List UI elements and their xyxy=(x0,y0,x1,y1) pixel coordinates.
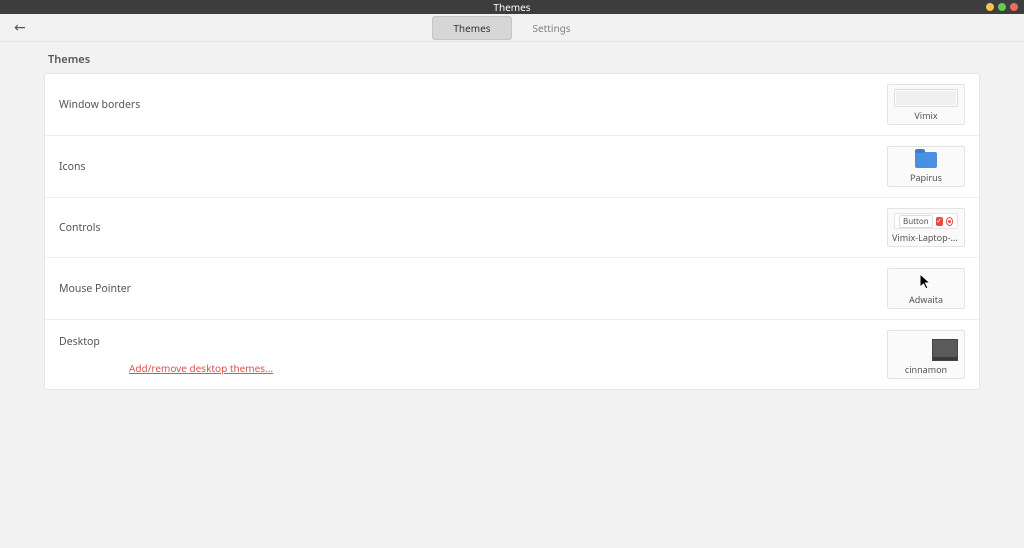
mouse-pointer-value: Adwaita xyxy=(909,293,943,306)
folder-icon xyxy=(915,152,937,168)
desktop-selector[interactable]: cinnamon xyxy=(887,330,965,379)
row-icons: Icons Papirus xyxy=(45,135,979,197)
titlebar: Themes xyxy=(0,0,1024,14)
tab-settings[interactable]: Settings xyxy=(512,16,592,40)
controls-sample-button: Button xyxy=(899,215,933,228)
section-heading: Themes xyxy=(48,52,976,67)
maximize-icon[interactable] xyxy=(998,3,1006,11)
add-remove-themes-link[interactable]: Add/remove desktop themes... xyxy=(129,361,273,375)
tab-themes-label: Themes xyxy=(453,21,490,35)
desktop-preview xyxy=(894,335,958,361)
back-button[interactable]: ← xyxy=(10,14,30,41)
row-mouse-pointer-label: Mouse Pointer xyxy=(59,282,131,296)
desktop-panel-icon xyxy=(932,339,958,361)
row-desktop-label: Desktop xyxy=(59,335,273,349)
back-arrow-icon: ← xyxy=(14,18,26,37)
controls-selector[interactable]: Button ✓ Vimix-Laptop-Ruby xyxy=(887,208,965,247)
window-borders-preview-icon xyxy=(894,89,958,107)
window-borders-selector[interactable]: Vimix xyxy=(887,84,965,125)
tab-settings-label: Settings xyxy=(533,21,571,35)
icons-selector[interactable]: Papirus xyxy=(887,146,965,187)
row-controls: Controls Button ✓ Vimix-Laptop-Ruby xyxy=(45,197,979,257)
row-mouse-pointer: Mouse Pointer Adwaita xyxy=(45,257,979,319)
row-window-borders-label: Window borders xyxy=(59,98,140,112)
row-icons-label: Icons xyxy=(59,160,85,174)
desktop-value: cinnamon xyxy=(905,363,947,376)
row-controls-label: Controls xyxy=(59,221,101,235)
toolbar: ← Themes Settings xyxy=(0,14,1024,42)
mouse-pointer-selector[interactable]: Adwaita xyxy=(887,268,965,309)
close-icon[interactable] xyxy=(1010,3,1018,11)
tab-themes[interactable]: Themes xyxy=(432,16,511,40)
radio-icon xyxy=(946,217,953,226)
content: Themes Window borders Vimix Icons Papiru… xyxy=(0,52,1024,390)
row-desktop: Desktop Add/remove desktop themes... cin… xyxy=(45,319,979,389)
window-title: Themes xyxy=(493,0,530,14)
cursor-icon xyxy=(920,274,932,290)
cursor-preview xyxy=(894,273,958,291)
icons-preview xyxy=(894,151,958,169)
minimize-icon[interactable] xyxy=(986,3,994,11)
tabs: Themes Settings xyxy=(432,16,591,40)
checkbox-icon: ✓ xyxy=(936,217,943,226)
controls-preview: Button ✓ xyxy=(894,213,958,229)
controls-value: Vimix-Laptop-Ruby xyxy=(892,231,960,244)
row-window-borders: Window borders Vimix xyxy=(45,74,979,135)
icons-value: Papirus xyxy=(910,171,942,184)
window-controls xyxy=(986,0,1018,14)
window-borders-value: Vimix xyxy=(914,109,937,122)
themes-panel: Window borders Vimix Icons Papirus Contr… xyxy=(44,73,980,390)
